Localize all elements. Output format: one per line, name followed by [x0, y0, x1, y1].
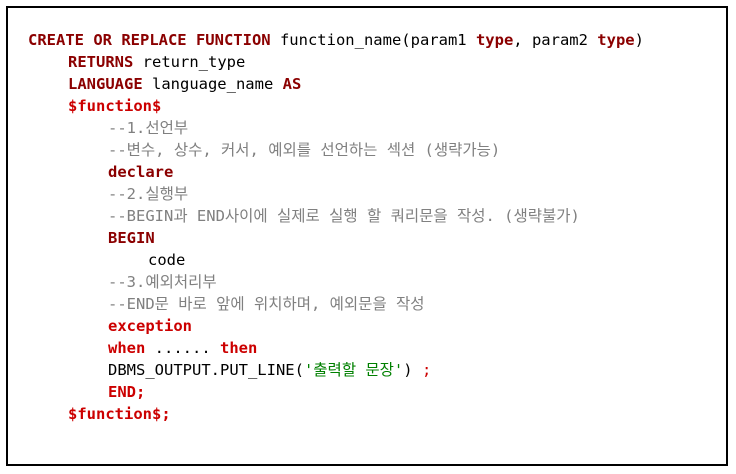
exception-keyword: exception [108, 317, 192, 335]
function-delimiter-open: $function$ [68, 97, 162, 115]
code-line-3: LANGUAGE language_name AS [28, 73, 644, 95]
code-block: CREATE OR REPLACE FUNCTION function_name… [28, 29, 644, 425]
code-line-12: --3.예외처리부 [28, 271, 644, 293]
dbms-output-close: ) [403, 361, 422, 379]
end-keyword: END; [108, 383, 146, 401]
comment-declare-section: --1.선언부 [108, 119, 189, 137]
code-line-17: END; [28, 381, 644, 403]
code-line-7: declare [28, 161, 644, 183]
create-function-keyword: CREATE OR REPLACE FUNCTION [28, 31, 271, 49]
code-line-13: --END문 바로 앞에 위치하며, 예외문을 작성 [28, 293, 644, 315]
comment-exception-section: --3.예외처리부 [108, 273, 217, 291]
dbms-output-call: DBMS_OUTPUT.PUT_LINE( [108, 361, 304, 379]
code-line-14: exception [28, 315, 644, 337]
code-line-11: code [28, 249, 644, 271]
when-ellipsis: ...... [145, 339, 220, 357]
comment-exception-description: --END문 바로 앞에 위치하며, 예외문을 작성 [108, 295, 425, 313]
code-line-2: RETURNS return_type [28, 51, 644, 73]
param2-type-keyword: type [597, 31, 635, 49]
begin-keyword: BEGIN [108, 229, 155, 247]
return-type-text: return_type [133, 53, 246, 71]
comment-execution-section: --2.실행부 [108, 185, 189, 203]
code-line-4: $function$ [28, 95, 644, 117]
comment-execution-description: --BEGIN과 END사이에 실제로 실행 할 쿼리문을 작성. (생략불가) [108, 207, 580, 225]
signature-close: ) [634, 31, 644, 49]
code-line-18: $function$; [28, 403, 644, 425]
code-placeholder: code [148, 251, 186, 269]
code-line-1: CREATE OR REPLACE FUNCTION function_name… [28, 29, 644, 51]
language-keyword: LANGUAGE [68, 75, 143, 93]
code-line-8: --2.실행부 [28, 183, 644, 205]
param1-type-keyword: type [475, 31, 514, 49]
output-string-literal: '출력할 문장' [303, 361, 404, 379]
declare-keyword: declare [108, 163, 174, 181]
when-keyword: when [108, 339, 146, 357]
function-signature: function_name(param1 [270, 31, 476, 49]
code-line-15: when ...... then [28, 337, 644, 359]
function-delimiter-close: $function$; [68, 405, 171, 423]
language-name-text: language_name [142, 75, 283, 93]
code-line-10: BEGIN [28, 227, 644, 249]
as-keyword: AS [282, 75, 302, 93]
comment-declare-description: --변수, 상수, 커서, 예외를 선언하는 섹션 (생략가능) [108, 141, 501, 159]
then-keyword: then [219, 339, 258, 357]
returns-keyword: RETURNS [68, 53, 134, 71]
code-line-9: --BEGIN과 END사이에 실제로 실행 할 쿼리문을 작성. (생략불가) [28, 205, 644, 227]
code-line-16: DBMS_OUTPUT.PUT_LINE('출력할 문장') ; [28, 359, 644, 381]
param-separator: , param2 [513, 31, 598, 49]
code-line-5: --1.선언부 [28, 117, 644, 139]
code-frame: CREATE OR REPLACE FUNCTION function_name… [6, 6, 728, 466]
statement-semicolon: ; [421, 361, 432, 379]
code-line-6: --변수, 상수, 커서, 예외를 선언하는 섹션 (생략가능) [28, 139, 644, 161]
